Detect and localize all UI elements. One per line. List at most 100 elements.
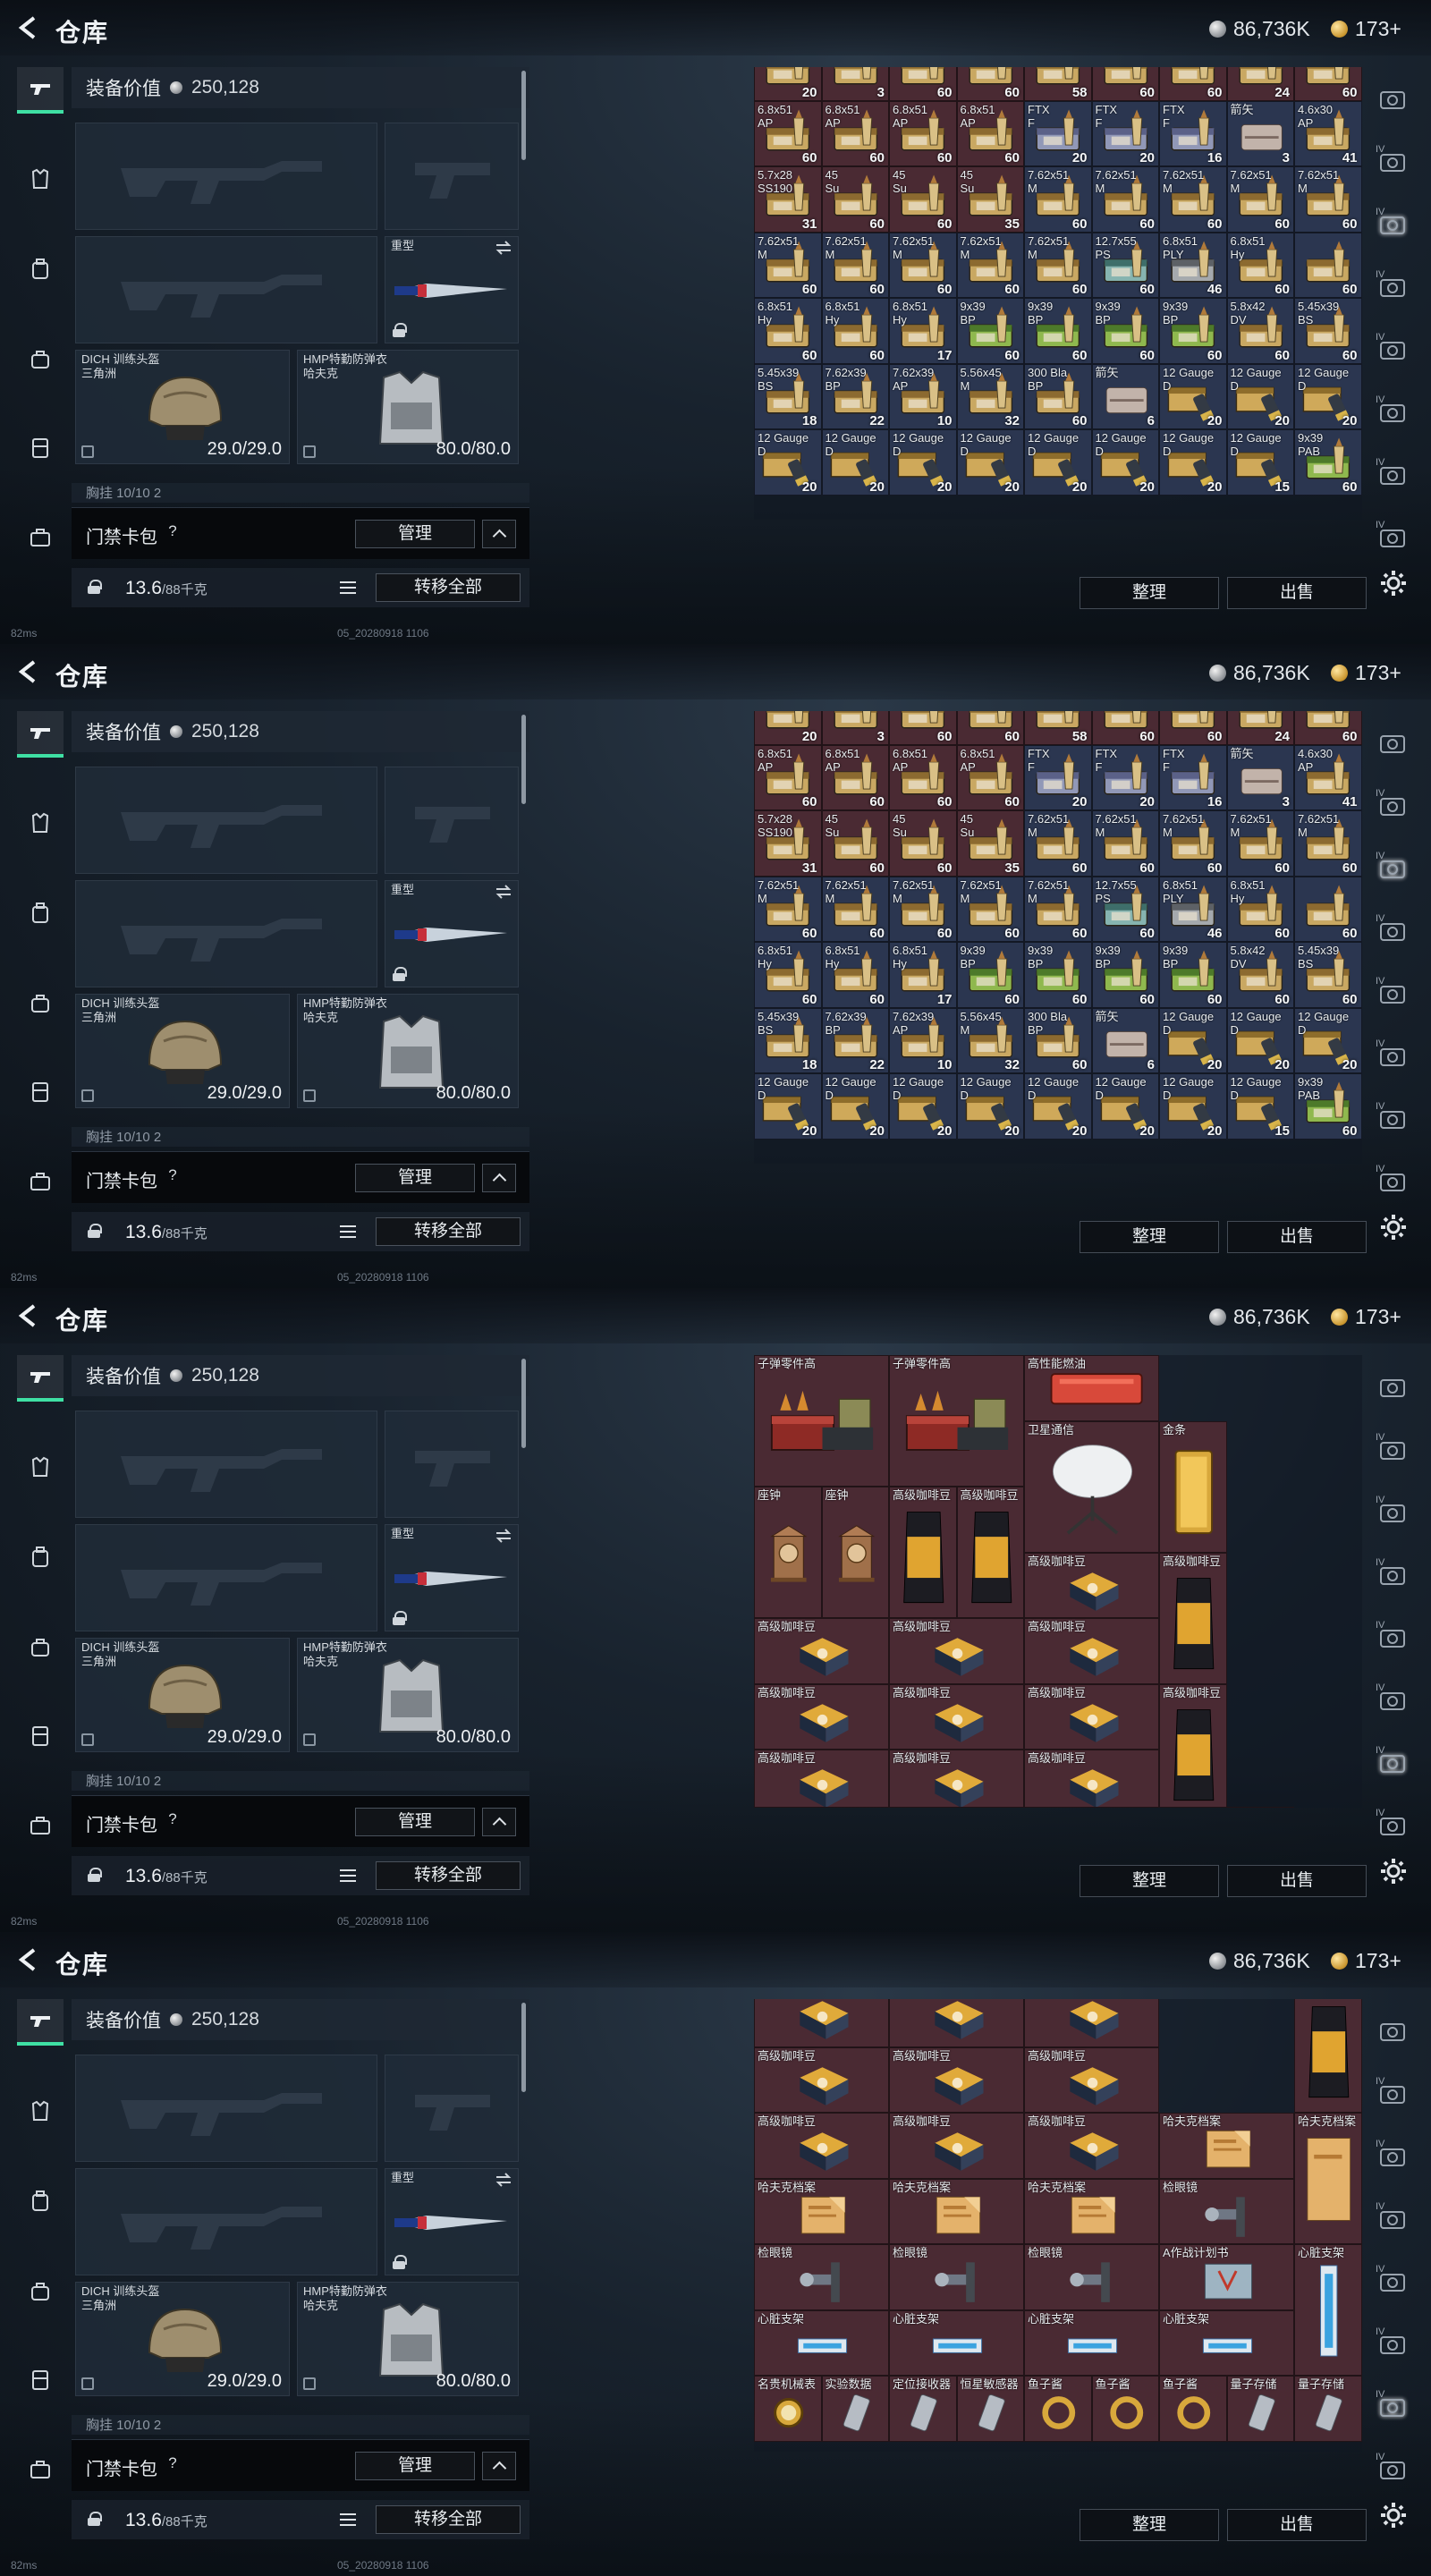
stash-item[interactable]: 12 Gauge D 20 bbox=[1226, 363, 1294, 429]
stash-item[interactable]: 哈夫克档案 bbox=[889, 2178, 1024, 2244]
tab-container-tab[interactable] bbox=[17, 2357, 64, 2403]
stash-item[interactable]: 60 bbox=[1294, 67, 1362, 101]
stash-item[interactable]: 量子存储 bbox=[1294, 2376, 1362, 2442]
melee-slot[interactable]: 重型 bbox=[385, 236, 519, 343]
stash-item[interactable]: 6.8x51 Hy 60 bbox=[1226, 232, 1294, 298]
collapse-chevron-icon[interactable] bbox=[482, 2452, 516, 2480]
stash-item[interactable]: 高级咖啡豆 bbox=[889, 1487, 957, 1618]
stash-item[interactable]: 45 Su 35 bbox=[956, 810, 1024, 877]
stash-item[interactable]: 12 Gauge D 20 bbox=[1294, 1007, 1362, 1073]
helmet-slot[interactable]: DICH 训练头盔 三角洲 29.0/29.0 bbox=[75, 350, 290, 464]
chest-rig-row[interactable]: 胸挂 10/10 2 bbox=[72, 483, 529, 503]
stash-item[interactable]: 6.8x51 AP 60 bbox=[956, 744, 1024, 810]
sell-button[interactable]: 出售 bbox=[1227, 577, 1367, 609]
stash-item[interactable]: 7.62x51 M 60 bbox=[821, 232, 889, 298]
stash-item[interactable]: 9x39 BP 60 bbox=[1024, 942, 1092, 1008]
armor-slot[interactable]: HMP特勤防弹衣 哈夫克 80.0/80.0 bbox=[297, 2282, 519, 2396]
stash-item[interactable]: 鱼子酱 bbox=[1159, 2376, 1227, 2442]
list-view-icon[interactable] bbox=[336, 576, 360, 599]
stash-item[interactable]: FTX F 20 bbox=[1024, 744, 1092, 810]
stash-item[interactable]: 12 Gauge D 20 bbox=[754, 1073, 822, 1140]
pistol-slot[interactable] bbox=[385, 123, 519, 230]
secondary-weapon-slot[interactable] bbox=[75, 880, 377, 987]
stash-item[interactable]: 高级咖啡豆 bbox=[1024, 1750, 1159, 1808]
stash-item[interactable]: 5.7x28 SS190 31 bbox=[754, 166, 822, 233]
stash-page-tab-5[interactable]: IV bbox=[1372, 2261, 1413, 2302]
stash-item[interactable]: 卫星通信 bbox=[1024, 1420, 1159, 1553]
tab-backpack-tab[interactable] bbox=[17, 246, 64, 292]
stash-item[interactable]: 高级咖啡豆 bbox=[889, 1750, 1024, 1808]
stash-item[interactable]: 9x39 BP 60 bbox=[1091, 298, 1159, 364]
scrollbar[interactable] bbox=[521, 715, 526, 804]
stash-item[interactable]: 12 Gauge D 20 bbox=[889, 429, 957, 496]
help-icon[interactable]: ? bbox=[161, 2452, 184, 2475]
manage-button[interactable]: 管理 bbox=[355, 2452, 475, 2480]
tab-backpack-tab[interactable] bbox=[17, 890, 64, 936]
tab-backpack-tab[interactable] bbox=[17, 2178, 64, 2224]
stash-item[interactable]: 60 bbox=[1091, 67, 1159, 101]
stash-page-tab-8[interactable]: IV bbox=[1372, 517, 1413, 558]
swap-icon[interactable] bbox=[495, 241, 512, 255]
collapse-chevron-icon[interactable] bbox=[482, 1808, 516, 1836]
stash-page-tab-3[interactable]: IV bbox=[1372, 1492, 1413, 1533]
stash-item[interactable]: FTX F 16 bbox=[1159, 744, 1227, 810]
stash-item[interactable]: 12 Gauge D 20 bbox=[821, 429, 889, 496]
armor-slot[interactable]: HMP特勤防弹衣 哈夫克 80.0/80.0 bbox=[297, 1638, 519, 1752]
stash-page-tab-1[interactable] bbox=[1372, 79, 1413, 120]
list-view-icon[interactable] bbox=[336, 2508, 360, 2531]
stash-item[interactable]: 7.62x51 M 60 bbox=[1159, 166, 1227, 233]
primary-weapon-slot[interactable] bbox=[75, 123, 377, 230]
stash-page-tab-6[interactable]: IV bbox=[1372, 392, 1413, 433]
stash-item[interactable]: 12 Gauge D 15 bbox=[1226, 429, 1294, 496]
helmet-slot[interactable]: DICH 训练头盔 三角洲 29.0/29.0 bbox=[75, 1638, 290, 1752]
sell-button[interactable]: 出售 bbox=[1227, 2509, 1367, 2541]
secondary-weapon-slot[interactable] bbox=[75, 236, 377, 343]
stash-item[interactable]: 哈夫克档案 bbox=[1024, 2178, 1159, 2244]
armor-slot[interactable]: HMP特勤防弹衣 哈夫克 80.0/80.0 bbox=[297, 350, 519, 464]
stash-item[interactable]: 6.8x51 AP 60 bbox=[821, 744, 889, 810]
stash-item[interactable]: 箭矢 3 bbox=[1226, 744, 1294, 810]
help-icon[interactable]: ? bbox=[161, 520, 184, 543]
stash-item[interactable]: 名贵机械表 bbox=[754, 2376, 822, 2442]
stash-page-tab-2[interactable]: IV bbox=[1372, 2073, 1413, 2114]
stash-item[interactable]: 7.62x51 M 60 bbox=[821, 876, 889, 942]
stash-item[interactable]: 量子存储 bbox=[1226, 2376, 1294, 2442]
tab-toolbox-tab[interactable] bbox=[17, 2446, 64, 2493]
stash-item[interactable]: 7.62x51 M 60 bbox=[1024, 232, 1092, 298]
stash-item[interactable]: 座钟 bbox=[821, 1487, 889, 1618]
stash-item[interactable]: 7.62x51 M 60 bbox=[1091, 166, 1159, 233]
stash-item[interactable]: 5.45x39 BS 18 bbox=[754, 1007, 822, 1073]
stash-item[interactable]: 哈夫克档案 bbox=[1159, 2113, 1294, 2179]
stash-page-tab-6[interactable]: IV bbox=[1372, 1680, 1413, 1721]
stash-item[interactable]: 5.8x42 DV 60 bbox=[1226, 298, 1294, 364]
manage-button[interactable]: 管理 bbox=[355, 520, 475, 548]
stash-item[interactable]: 60 bbox=[1294, 232, 1362, 298]
stash-item[interactable]: 7.62x51 M 60 bbox=[1226, 810, 1294, 877]
tab-backpack-tab[interactable] bbox=[17, 1534, 64, 1580]
stash-item[interactable]: 7.62x51 M 60 bbox=[889, 232, 957, 298]
help-icon[interactable]: ? bbox=[161, 1808, 184, 1831]
stash-item[interactable]: 12 Gauge D 20 bbox=[1091, 1073, 1159, 1140]
stash-item[interactable]: 心脏支架 bbox=[1294, 2244, 1362, 2376]
stash-item[interactable]: 5.45x39 BS 60 bbox=[1294, 298, 1362, 364]
stash-page-tab-3[interactable]: IV bbox=[1372, 2136, 1413, 2177]
stash-item[interactable]: 12 Gauge D 15 bbox=[1226, 1073, 1294, 1140]
stash-page-tab-7[interactable]: IV bbox=[1372, 454, 1413, 496]
stash-page-tab-4[interactable]: IV bbox=[1372, 2199, 1413, 2240]
list-view-icon[interactable] bbox=[336, 1220, 360, 1243]
stash-page-tab-7[interactable]: IV bbox=[1372, 1098, 1413, 1140]
stash-item[interactable]: 6.8x51 Hy 60 bbox=[754, 298, 822, 364]
stash-item[interactable]: 6.8x51 AP 60 bbox=[754, 100, 822, 166]
stash-item[interactable]: 高级咖啡豆 bbox=[1024, 1552, 1159, 1618]
stash-item[interactable]: 高级咖啡豆 bbox=[889, 1806, 1024, 1808]
stash-item[interactable]: 6.8x51 AP 60 bbox=[956, 100, 1024, 166]
stash-item[interactable]: 7.62x39 BP 22 bbox=[821, 1007, 889, 1073]
stash-item[interactable]: 子弹零件高 bbox=[889, 1355, 1024, 1487]
tidy-button[interactable]: 整理 bbox=[1080, 577, 1219, 609]
tab-weapon-tab[interactable] bbox=[17, 1999, 64, 2046]
stash-item[interactable]: 12.7x55 PS 60 bbox=[1091, 876, 1159, 942]
stash-item[interactable]: 6.8x51 AP 60 bbox=[821, 100, 889, 166]
stash-page-tab-8[interactable]: IV bbox=[1372, 1805, 1413, 1846]
tab-toolbox-tab[interactable] bbox=[17, 514, 64, 561]
stash-item[interactable]: 6.8x51 AP 60 bbox=[889, 744, 957, 810]
